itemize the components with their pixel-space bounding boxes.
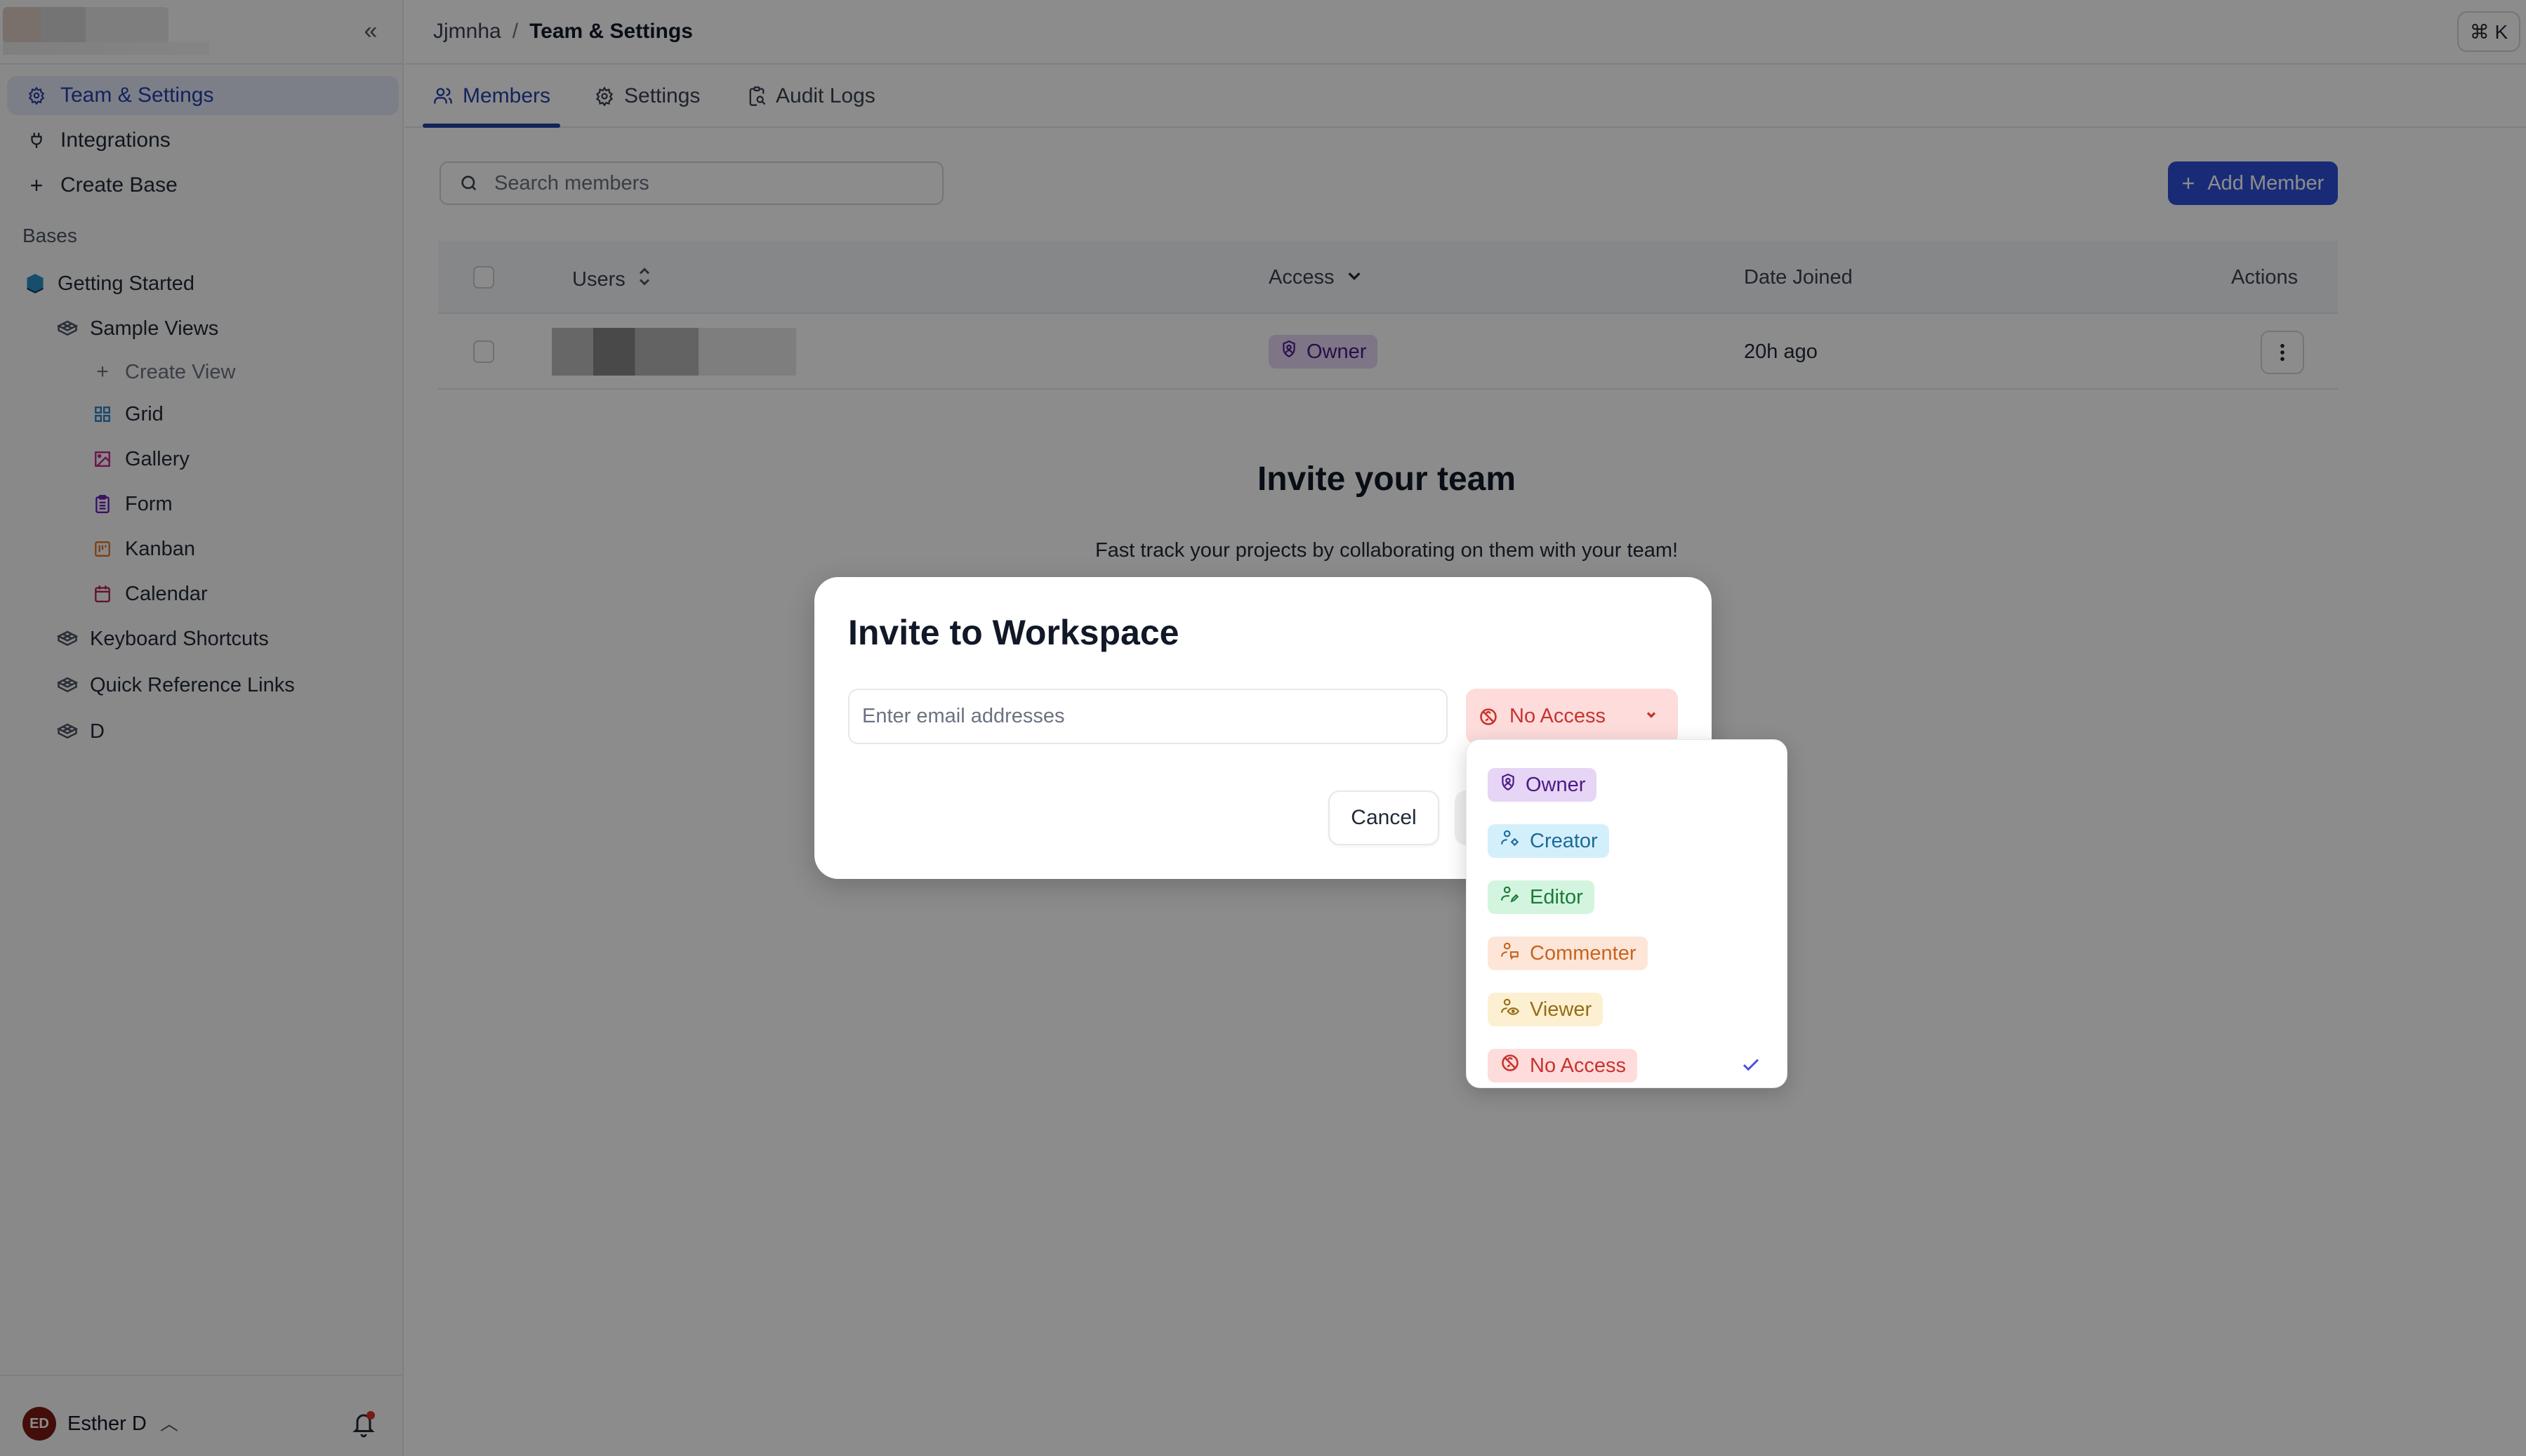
role-option-owner[interactable]: Owner <box>1467 757 1787 813</box>
role-label: Viewer <box>1530 998 1592 1021</box>
user-eye-icon <box>1500 998 1520 1021</box>
no-access-icon <box>1479 707 1498 727</box>
role-option-creator[interactable]: Creator <box>1467 813 1787 869</box>
user-pencil-icon <box>1500 885 1520 909</box>
role-label: No Access <box>1530 1054 1626 1077</box>
role-label: Commenter <box>1530 941 1636 965</box>
role-option-editor[interactable]: Editor <box>1467 869 1787 925</box>
modal-title: Invite to Workspace <box>848 613 1179 652</box>
role-option-no-access[interactable]: No Access <box>1467 1038 1787 1094</box>
check-icon <box>1740 1054 1761 1079</box>
role-label: Editor <box>1530 885 1583 908</box>
user-gear-icon <box>1500 829 1520 853</box>
role-dropdown: Owner Creator Editor Commenter Viewer No… <box>1466 739 1787 1088</box>
role-option-commenter[interactable]: Commenter <box>1467 925 1787 981</box>
selected-role-label: No Access <box>1509 705 1606 727</box>
role-label: Creator <box>1530 829 1598 852</box>
role-label: Owner <box>1526 773 1586 796</box>
chevron-down-icon <box>1644 704 1658 727</box>
no-access-icon <box>1500 1053 1520 1078</box>
role-option-viewer[interactable]: Viewer <box>1467 981 1787 1038</box>
user-comment-icon <box>1500 941 1520 965</box>
shield-user-icon <box>1500 773 1516 797</box>
email-input[interactable] <box>848 689 1448 744</box>
cancel-button[interactable]: Cancel <box>1328 790 1439 845</box>
role-select[interactable]: No Access <box>1466 689 1678 744</box>
